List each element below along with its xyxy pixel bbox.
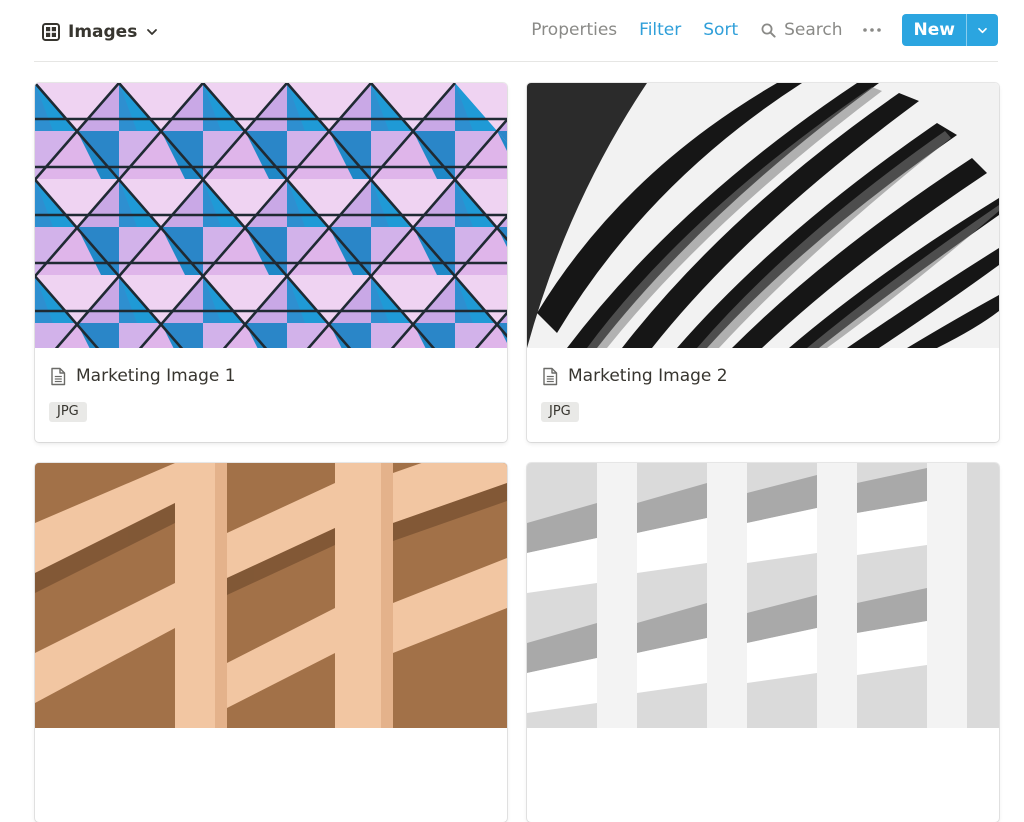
new-button[interactable]: New [902,14,966,46]
gallery-card[interactable]: Marketing Image 2 JPG [527,83,999,442]
view-name: Images [68,22,138,42]
sort-button[interactable]: Sort [692,14,749,46]
more-options-button[interactable] [854,14,896,46]
file-type-tag: JPG [541,402,579,422]
card-cover-image [527,83,999,348]
search-icon [761,23,776,38]
gallery-card[interactable] [35,463,507,822]
page-icon [542,367,558,386]
file-type-tag: JPG [49,402,87,422]
gallery-card[interactable] [527,463,999,822]
chevron-down-icon [978,27,987,33]
card-cover-image [35,463,507,728]
card-cover-image [527,463,999,728]
page-icon [50,367,66,386]
search-button[interactable]: Search [749,14,853,46]
toolbar-actions: Properties Filter Sort Search New [520,14,998,46]
search-label: Search [784,20,843,40]
card-title: Marketing Image 2 [568,366,728,386]
more-dots-icon [862,28,881,32]
new-dropdown-button[interactable] [966,14,998,46]
chevron-down-icon [147,29,158,35]
card-title-row: Marketing Image 1 [50,363,236,389]
card-title-row: Marketing Image 2 [542,363,728,389]
properties-button[interactable]: Properties [520,14,628,46]
card-title: Marketing Image 1 [76,366,236,386]
gallery-card[interactable]: Marketing Image 1 JPG [35,83,507,442]
view-switcher[interactable]: Images [42,20,158,44]
filter-button[interactable]: Filter [628,14,692,46]
gallery-view-icon [42,23,60,41]
card-cover-image [35,83,507,348]
gallery-toolbar: Images Properties Filter Sort Search New [34,0,998,62]
new-button-group: New [901,14,998,46]
